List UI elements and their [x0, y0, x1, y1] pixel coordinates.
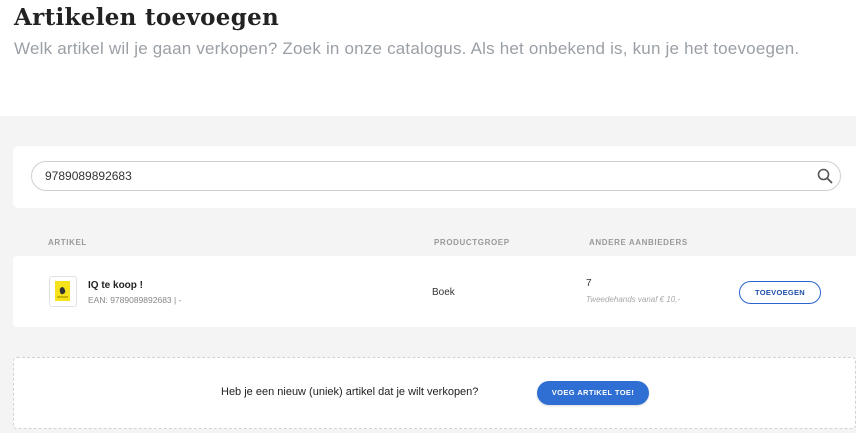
column-header-andere-aanbieders: ANDERE AANBIEDERS	[589, 238, 688, 247]
add-item-button[interactable]: TOEVOEGEN	[739, 281, 821, 304]
page-title: Artikelen toevoegen	[14, 4, 280, 31]
table-row: IQ te koop ! EAN: 9789089892683 | - Boek…	[13, 256, 856, 327]
main-content: ARTIKEL PRODUCTGROEP ANDERE AANBIEDERS I…	[0, 116, 856, 433]
search-input[interactable]	[45, 162, 805, 190]
search-card	[13, 146, 856, 208]
column-header-productgroep: PRODUCTGROEP	[434, 238, 510, 247]
search-icon[interactable]	[816, 167, 834, 185]
add-new-item-button[interactable]: VOEG ARTIKEL TOE!	[537, 381, 649, 405]
search-field[interactable]	[31, 161, 841, 191]
other-sellers-count: 7	[586, 278, 592, 289]
product-group: Boek	[432, 287, 455, 298]
page-subtitle: Welk artikel wil je gaan verkopen? Zoek …	[14, 39, 800, 58]
page-header: Artikelen toevoegen Welk artikel wil je …	[0, 0, 856, 116]
new-item-cta-text: Heb je een nieuw (uniek) artikel dat je …	[221, 386, 479, 398]
book-cover-thumbnail[interactable]	[49, 276, 77, 307]
new-item-cta: Heb je een nieuw (uniek) artikel dat je …	[13, 357, 856, 429]
product-ean: EAN: 9789089892683 | -	[88, 295, 182, 305]
used-price-info: Tweedehands vanaf € 10,-	[586, 295, 681, 304]
column-header-artikel: ARTIKEL	[48, 238, 87, 247]
product-name[interactable]: IQ te koop !	[88, 280, 143, 291]
